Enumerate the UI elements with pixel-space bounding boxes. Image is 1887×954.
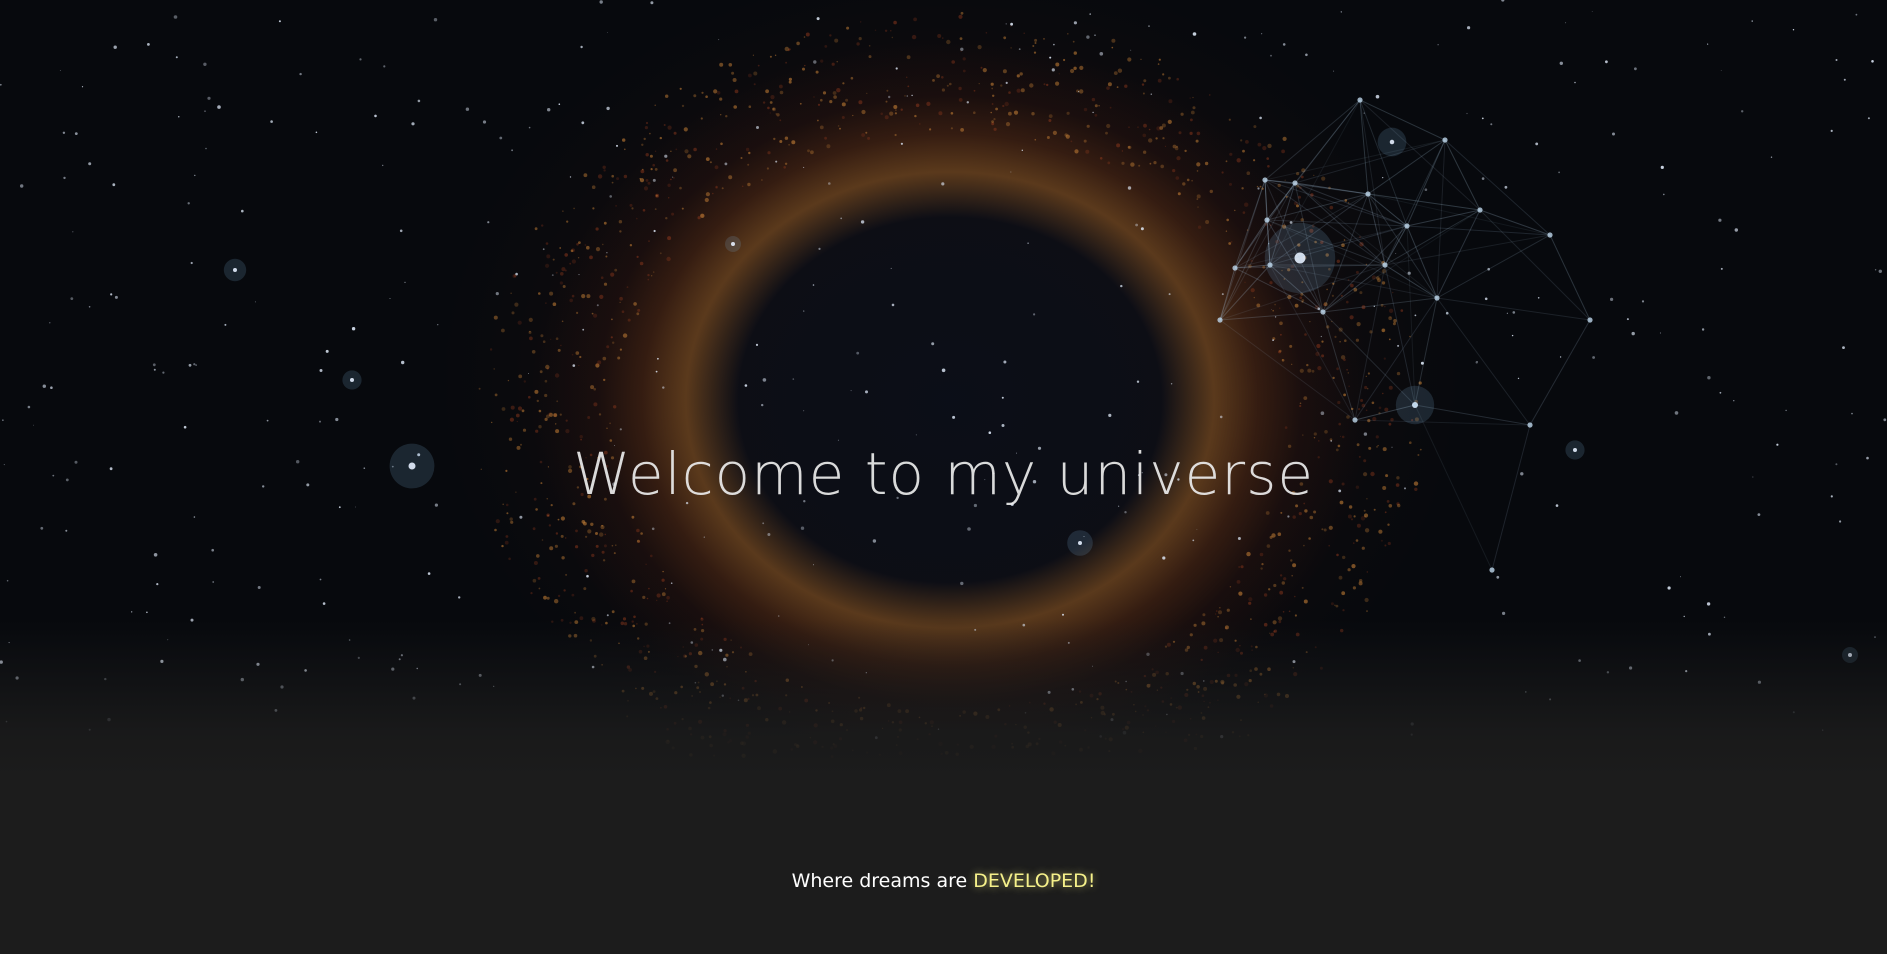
hero-section: Welcome to my universe [0,0,1887,780]
tagline-highlight: DEVELOPED! [973,870,1096,892]
tagline-prefix: Where dreams are [791,870,974,892]
hero-fade [0,620,1887,780]
tagline: Where dreams are DEVELOPED! [0,870,1887,892]
page: Welcome to my universe Where dreams are … [0,0,1887,954]
hero-title: Welcome to my universe [572,440,1315,508]
